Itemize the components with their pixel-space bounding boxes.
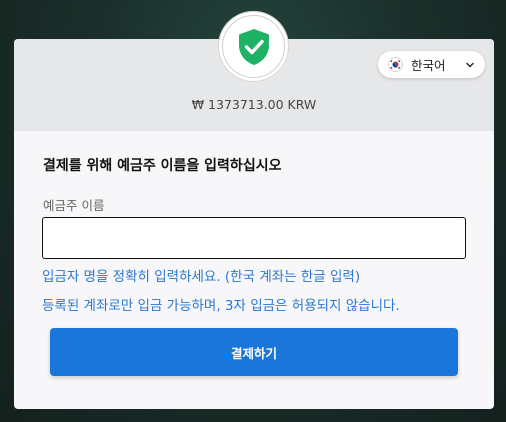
shield-check-icon: [238, 28, 269, 65]
form-title: 결제를 위해 예금주 이름을 입력하십시오: [43, 158, 282, 174]
chevron-down-icon: [466, 62, 474, 67]
hint-text-name: 입금자 명을 정확히 입력하세요. (한국 계좌는 한글 입력): [42, 269, 361, 285]
hint-text-account: 등록된 계좌로만 입금 가능하며, 3자 입금은 허용되지 않습니다.: [42, 298, 400, 314]
payment-amount: ₩ 1373713.00 KRW: [191, 97, 317, 112]
language-label: 한국어: [411, 58, 446, 73]
payment-card: ₩ 1373713.00 KRW 한국어 결제를 위해 예금주 이름을 입력하십…: [14, 39, 494, 409]
south-korea-flag-icon: [388, 57, 403, 72]
account-holder-input[interactable]: [42, 217, 466, 259]
security-badge: [218, 11, 289, 82]
language-select[interactable]: 한국어: [378, 51, 485, 78]
pay-button[interactable]: 결제하기: [50, 328, 458, 376]
account-holder-label: 예금주 이름: [43, 198, 105, 213]
